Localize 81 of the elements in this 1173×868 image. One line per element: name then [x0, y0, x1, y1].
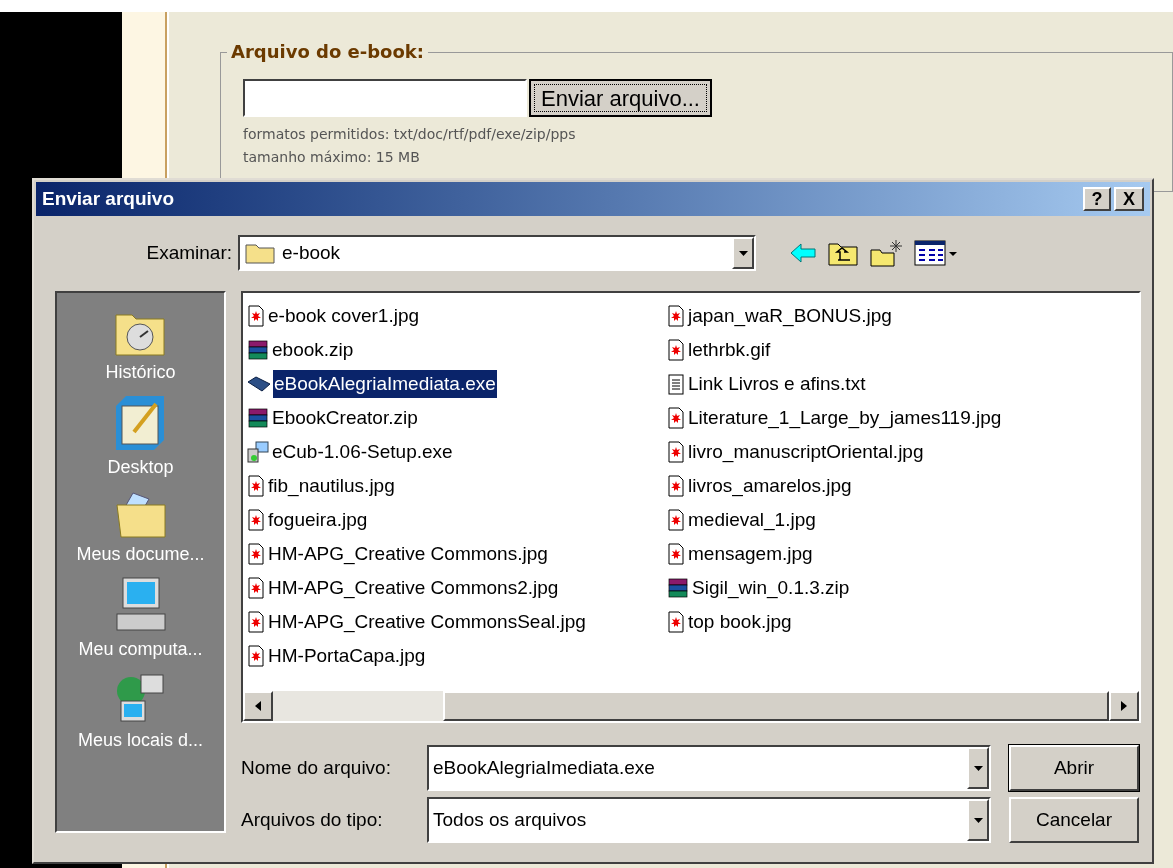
caret-down-icon [973, 765, 983, 771]
file-item[interactable]: eCub-1.06-Setup.exe [271, 438, 454, 466]
file-item[interactable]: livro_manuscriptOriental.jpg [687, 438, 925, 466]
image-file-icon [667, 543, 685, 565]
image-file-icon [667, 407, 685, 429]
book-stack-icon [247, 407, 269, 429]
close-button[interactable]: X [1114, 187, 1144, 211]
back-arrow-icon[interactable] [790, 243, 816, 263]
image-file-icon [247, 611, 265, 633]
image-file-icon [667, 475, 685, 497]
file-item[interactable]: mensagem.jpg [687, 540, 814, 568]
image-file-icon [247, 475, 265, 497]
book-stack-icon [667, 577, 689, 599]
file-item[interactable]: HM-APG_Creative CommonsSeal.jpg [267, 608, 587, 636]
file-item[interactable]: HM-PortaCapa.jpg [267, 642, 427, 670]
caret-left-icon [255, 701, 261, 711]
book-icon [247, 376, 271, 392]
new-folder-icon[interactable] [870, 238, 902, 268]
image-file-icon [247, 543, 265, 565]
file-item[interactable]: livros_amarelos.jpg [687, 472, 853, 500]
file-item[interactable]: HM-APG_Creative Commons.jpg [267, 540, 549, 568]
places-item[interactable]: Meus locais d... [77, 671, 204, 754]
look-in-value: e-book [282, 240, 342, 265]
image-file-icon [667, 611, 685, 633]
help-button[interactable]: ? [1083, 187, 1111, 211]
places-item[interactable]: Meu computa... [78, 576, 203, 663]
scroll-left-button[interactable] [243, 691, 273, 721]
up-folder-icon[interactable] [828, 240, 858, 266]
file-item[interactable]: top book.jpg [687, 608, 793, 636]
hint-text: formatos permitidos: txt/doc/rtf/pdf/exe/zip/pps [243, 125, 576, 144]
dropdown-button[interactable] [967, 747, 989, 789]
file-item[interactable]: Literature_1_Large_by_james119.jpg [687, 404, 1003, 432]
file-item[interactable]: eBookAlegriaImediata.exe [273, 370, 497, 398]
file-path-field[interactable] [243, 79, 527, 117]
dropdown-button[interactable] [967, 799, 989, 841]
file-type-dropdown[interactable]: Todos os arquivos [427, 797, 991, 843]
file-item[interactable]: medieval_1.jpg [687, 506, 817, 534]
image-file-icon [667, 339, 685, 361]
horizontal-scrollbar[interactable] [243, 691, 1139, 721]
fieldset-legend: Arquivo do e-book: [227, 41, 429, 63]
caret-down-icon [738, 250, 748, 256]
caret-right-icon [1121, 701, 1127, 711]
places-item[interactable]: Desktop [107, 394, 174, 481]
file-item[interactable]: Link Livros e afins.txt [687, 370, 867, 398]
field-label: Nome do arquivo: [241, 755, 392, 780]
file-item[interactable]: fogueira.jpg [267, 506, 369, 534]
file-item[interactable]: lethrbk.gif [687, 336, 772, 364]
places-item[interactable]: Meus docume... [76, 489, 205, 568]
file-item[interactable]: ebook.zip [271, 336, 355, 364]
view-menu-icon[interactable] [914, 239, 958, 267]
setup-icon [247, 441, 269, 463]
hint-text: tamanho máximo: 15 MB [243, 148, 421, 167]
window-title: Enviar arquivo [42, 186, 174, 211]
scroll-right-button[interactable] [1109, 691, 1139, 721]
dropdown-button[interactable] [732, 237, 754, 269]
image-file-icon [247, 577, 265, 599]
caret-down-icon [973, 817, 983, 823]
image-file-icon [247, 509, 265, 531]
file-item[interactable]: HM-APG_Creative Commons2.jpg [267, 574, 560, 602]
book-stack-icon [247, 339, 269, 361]
image-file-icon [667, 305, 685, 327]
text-file-icon [667, 373, 685, 395]
image-file-icon [667, 441, 685, 463]
look-in-label: Examinar: [145, 240, 233, 265]
file-item[interactable]: japan_waR_BONUS.jpg [687, 302, 893, 330]
dialog-button[interactable]: Abrir [1009, 745, 1139, 791]
image-file-icon [247, 645, 265, 667]
file-item[interactable]: EbookCreator.zip [271, 404, 419, 432]
file-item[interactable]: fib_nautilus.jpg [267, 472, 396, 500]
upload-button[interactable]: Enviar arquivo... [529, 79, 712, 117]
scroll-thumb[interactable] [443, 691, 1109, 721]
image-file-icon [667, 509, 685, 531]
places-item[interactable]: Histórico [105, 307, 176, 386]
file-name-dropdown[interactable]: eBookAlegriaImediata.exe [427, 745, 991, 791]
folder-icon [244, 241, 276, 265]
field-label: Arquivos do tipo: [241, 807, 384, 832]
dialog-button[interactable]: Cancelar [1009, 797, 1139, 843]
file-item[interactable]: Sigil_win_0.1.3.zip [691, 574, 851, 602]
look-in-dropdown[interactable]: e-book [238, 235, 756, 271]
file-item[interactable]: e-book cover1.jpg [267, 302, 421, 330]
image-file-icon [247, 305, 265, 327]
